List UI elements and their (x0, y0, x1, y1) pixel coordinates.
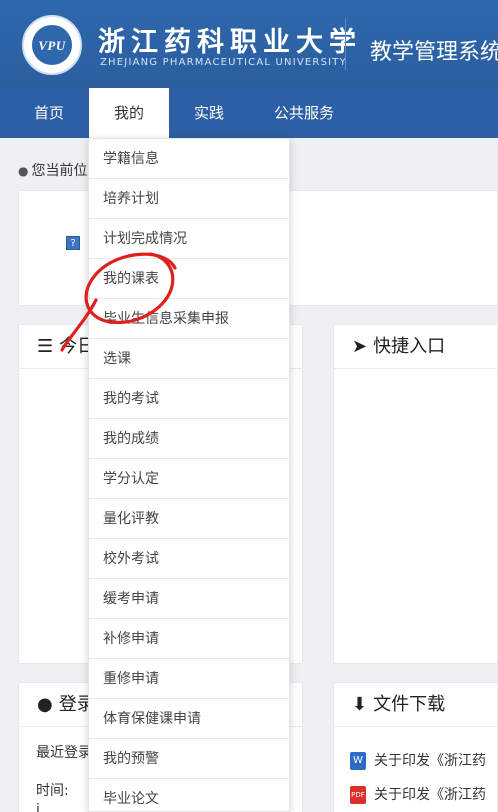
menu-item-my-exams[interactable]: 我的考试 (89, 379, 289, 419)
menu-item-graduation-thesis[interactable]: 毕业论文 (89, 779, 289, 812)
system-title: 教学管理系统 (370, 40, 498, 65)
nav-home[interactable]: 首页 (12, 88, 86, 138)
pdf-file-icon: PDF (350, 786, 366, 804)
menu-item-make-up-course[interactable]: 补修申请 (89, 619, 289, 659)
login-time-label: 时间: (36, 783, 69, 799)
user-icon: ● (37, 694, 53, 715)
list-icon: ☰ (37, 336, 54, 357)
menu-item-retake-course[interactable]: 重修申请 (89, 659, 289, 699)
mine-dropdown-menu: 学籍信息 培养计划 计划完成情况 我的课表 毕业生信息采集申报 选课 我的考试 我的成绩 学分认… (88, 138, 290, 812)
app-header: VPU 浙江药科职业大学 ZHEJIANG PHARMACEUTICAL UNI… (0, 0, 498, 88)
main-nav: 首页 我的 实践 公共服务 (0, 88, 498, 138)
map-pin-icon: ● (18, 164, 29, 178)
menu-item-my-timetable[interactable]: 我的课表 (89, 259, 289, 299)
quick-entry-card: ➤ 快捷入口 (333, 324, 498, 664)
menu-item-plan-progress[interactable]: 计划完成情况 (89, 219, 289, 259)
header-divider (345, 18, 346, 70)
nav-public-services[interactable]: 公共服务 (256, 88, 352, 138)
file-name: 关于印发《浙江药 (374, 787, 486, 803)
word-file-icon: W (350, 752, 366, 770)
login-row3: i (36, 802, 40, 812)
help-icon[interactable]: ? (66, 236, 80, 250)
university-logo: VPU (22, 15, 82, 75)
breadcrumb-text: 您当前位 (31, 163, 88, 179)
menu-item-credit-recognition[interactable]: 学分认定 (89, 459, 289, 499)
file-name: 关于印发《浙江药 (374, 753, 486, 769)
downloads-title: 文件下载 (373, 694, 446, 715)
menu-item-deferred-exam[interactable]: 缓考申请 (89, 579, 289, 619)
file-link[interactable]: W 关于印发《浙江药 (350, 750, 486, 770)
nav-practice[interactable]: 实践 (172, 88, 246, 138)
menu-item-graduate-info[interactable]: 毕业生信息采集申报 (89, 299, 289, 339)
paper-plane-icon: ➤ (352, 336, 368, 357)
breadcrumb: ● 您当前位 (18, 160, 87, 180)
recent-login-label: 最近登录 (36, 745, 92, 761)
university-name-cn: 浙江药科职业大学 (98, 27, 362, 58)
quick-entry-title: 快捷入口 (373, 336, 446, 357)
menu-item-student-status[interactable]: 学籍信息 (89, 139, 289, 179)
nav-mine[interactable]: 我的 (89, 88, 169, 138)
download-icon: ⬇ (352, 694, 368, 715)
menu-item-training-plan[interactable]: 培养计划 (89, 179, 289, 219)
file-link[interactable]: PDF 关于印发《浙江药 (350, 784, 486, 804)
menu-item-pe-health-course[interactable]: 体育保健课申请 (89, 699, 289, 739)
university-name-en: ZHEJIANG PHARMACEUTICAL UNIVERSITY (100, 57, 347, 68)
logo-mark: VPU (38, 38, 66, 53)
menu-item-course-selection[interactable]: 选课 (89, 339, 289, 379)
menu-item-external-exams[interactable]: 校外考试 (89, 539, 289, 579)
menu-item-teaching-evaluation[interactable]: 量化评教 (89, 499, 289, 539)
menu-item-my-warnings[interactable]: 我的预警 (89, 739, 289, 779)
menu-item-my-grades[interactable]: 我的成绩 (89, 419, 289, 459)
